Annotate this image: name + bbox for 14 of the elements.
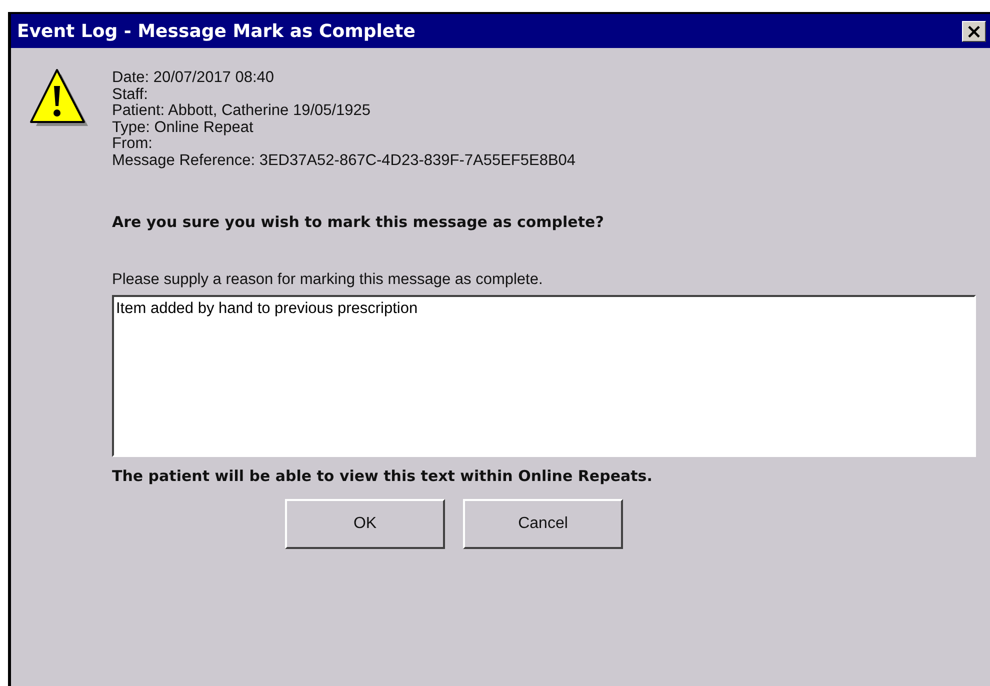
ok-button[interactable]: OK	[285, 498, 445, 549]
close-button[interactable]: ×	[962, 20, 986, 42]
reason-label: Please supply a reason for marking this message as complete.	[112, 270, 544, 289]
note-text: The patient will be able to view this text within Online Repeats.	[112, 466, 654, 485]
detail-text: Date: 20/07/2017 08:40	[112, 70, 276, 87]
cancel-button[interactable]: Cancel	[463, 498, 623, 549]
detail-text: Message Reference: 3ED37A52-867C-4D23-839F-7A55EF5E8B04	[112, 152, 576, 170]
detail-text: Type: Online Repeat	[112, 120, 254, 136]
question-text: Are you sure you wish to mark this message as complete?	[112, 212, 605, 231]
detail-text: Patient: Abbott, Catherine 19/05/1925	[112, 103, 372, 120]
reason-field[interactable]: Item added by hand to previous prescription	[112, 294, 976, 457]
detail-text: Staff:	[112, 86, 149, 104]
window-title: Event Log - Message Mark as Complete	[17, 20, 416, 42]
detail-text: From:	[112, 136, 154, 153]
